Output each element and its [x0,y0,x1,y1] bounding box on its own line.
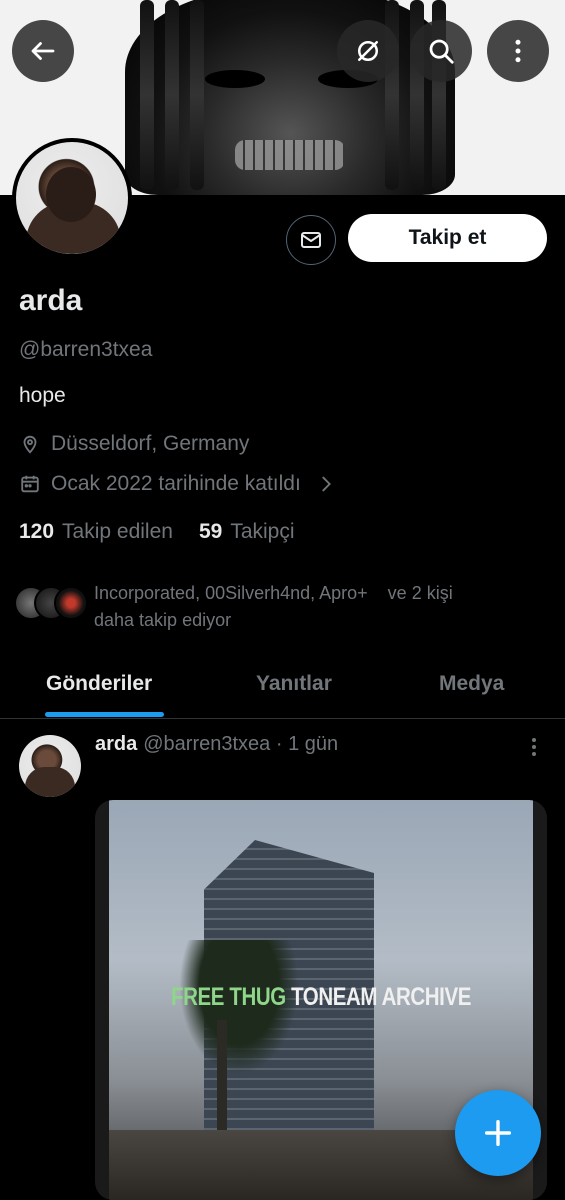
profile-name: arda [19,284,83,317]
joined-text: Ocak 2022 tarihinde katıldı [51,472,301,495]
known-followers-text: Incorporated, 00Silverh4nd, Apro+ ve 2 k… [94,580,453,634]
profile-bio: hope [19,384,66,407]
post-author-name[interactable]: arda [95,733,137,755]
mail-icon [301,232,321,248]
post-header: arda @barren3txea · 1 gün [95,733,338,756]
avatar [54,586,88,620]
followers-label: Takipçi [230,520,295,543]
profile-tabs: Gönderiler Yanıtlar Medya [0,660,565,719]
banner-detail [165,0,179,190]
plus-icon [484,1119,512,1147]
profile-avatar[interactable] [12,138,132,258]
avatar-detail [25,767,75,797]
followers-stat[interactable]: 59 Takipçi [199,520,295,544]
post-author-avatar[interactable] [19,735,81,797]
arrow-left-icon [31,42,55,60]
media-caption-white: TONEAM ARCHIVE [291,983,471,1011]
location-pin-icon [23,435,37,454]
location-text: Düsseldorf, Germany [51,432,250,455]
post-meta: @barren3txea · 1 gün [143,733,339,755]
compose-button[interactable] [455,1090,541,1176]
known-followers-line: daha takip ediyor [94,610,232,630]
active-tab-indicator [45,712,164,717]
avatar-detail [46,167,96,222]
media-detail [169,940,309,1090]
profile-location: Düsseldorf, Germany [19,432,249,456]
known-followers[interactable]: Incorporated, 00Silverh4nd, Apro+ ve 2 k… [14,580,554,634]
known-followers-line: Incorporated, 00Silverh4nd, Apro+ ve 2 k… [94,583,453,603]
tab-replies[interactable]: Yanıtlar [256,672,332,696]
search-button[interactable] [410,20,472,82]
follow-button[interactable]: Takip et [348,214,547,262]
media-caption: FREE THUG TONEAM ARCHIVE [136,983,507,1012]
slashed-circle-icon [358,41,378,61]
chevron-right-icon [322,476,331,492]
calendar-icon [21,475,39,493]
banner-detail [140,0,154,190]
banner-detail [190,0,204,190]
follow-stats: 120 Takip edilen 59 Takipçi [19,520,295,544]
search-icon [429,39,454,64]
following-label: Takip edilen [62,520,173,543]
message-button[interactable] [286,215,336,265]
banner-detail [235,140,345,170]
profile-joined[interactable]: Ocak 2022 tarihinde katıldı [19,472,337,496]
grok-button[interactable] [337,20,399,82]
post-more-icon[interactable] [522,735,546,759]
following-stat[interactable]: 120 Takip edilen [19,520,173,544]
tab-media[interactable]: Medya [439,672,504,696]
back-button[interactable] [12,20,74,82]
followers-count: 59 [198,520,223,543]
media-caption-green: FREE THUG [171,983,292,1011]
profile-handle: @barren3txea [19,338,153,361]
more-button[interactable] [487,20,549,82]
known-follower-avatars [14,580,94,620]
banner-detail [205,70,265,88]
more-vertical-icon [515,39,521,63]
following-count: 120 [19,520,55,543]
tab-posts[interactable]: Gönderiler [46,672,152,696]
